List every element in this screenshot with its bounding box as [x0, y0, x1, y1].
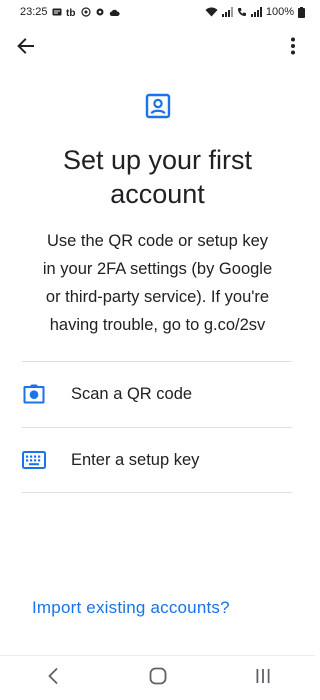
- nav-recents-button[interactable]: [243, 658, 283, 698]
- description-text: Use the QR code or setup key in your 2FA…: [26, 227, 289, 339]
- scan-qr-code-label: Scan a QR code: [71, 384, 193, 403]
- description-line-1: Use the QR code or setup key: [46, 232, 269, 250]
- app-bar: [0, 28, 315, 68]
- scan-qr-code-option[interactable]: Scan a QR code: [22, 362, 292, 426]
- status-left: 23:25 tb: [20, 6, 120, 18]
- status-time: 23:25: [20, 6, 48, 18]
- title-line-1: Set up your first: [62, 145, 253, 175]
- camera-icon: [22, 382, 46, 406]
- title-line-2: account: [110, 179, 205, 209]
- enter-setup-key-label: Enter a setup key: [71, 450, 200, 469]
- battery-percent: 100%: [265, 6, 294, 18]
- arrow-back-icon: [16, 36, 36, 61]
- nav-home-button[interactable]: [138, 658, 178, 698]
- wifi-icon: [205, 7, 218, 17]
- signal-icon-1: [221, 7, 233, 17]
- nav-back-icon: [47, 667, 59, 690]
- import-existing-accounts-link[interactable]: Import existing accounts?: [32, 598, 230, 618]
- back-button[interactable]: [12, 34, 40, 62]
- nav-recents-icon: [255, 668, 271, 689]
- system-nav-bar: [0, 655, 315, 700]
- svg-text:tb: tb: [66, 8, 75, 17]
- nav-back-button[interactable]: [33, 658, 73, 698]
- screen: 23:25 tb 100% Set up your first account …: [0, 0, 315, 700]
- page-title: Set up your first account: [0, 143, 315, 211]
- account-box-icon: [145, 93, 171, 119]
- status-bar: 23:25 tb 100%: [0, 0, 315, 24]
- divider-bottom: [22, 492, 292, 493]
- description-line-4: having trouble, go to g.co/2sv: [49, 316, 266, 334]
- cloud-notification-icon: [109, 8, 120, 17]
- description-line-2: in your 2FA settings (by Google: [42, 260, 273, 278]
- volte-call-icon: [237, 7, 247, 17]
- settings-notification-icon: [95, 7, 105, 17]
- description-line-3: or third-party service). If you're: [45, 288, 270, 306]
- status-right: 100%: [205, 6, 305, 18]
- enter-setup-key-option[interactable]: Enter a setup key: [22, 428, 292, 492]
- more-options-button[interactable]: [281, 34, 305, 62]
- message-notification-icon: [52, 7, 62, 17]
- signal-icon-2: [250, 7, 262, 17]
- battery-icon: [298, 6, 305, 18]
- keyboard-icon: [22, 448, 46, 472]
- more-vert-icon: [290, 37, 296, 60]
- app-notification-icon: tb: [66, 7, 77, 17]
- nav-home-icon: [149, 667, 167, 690]
- sync-notification-icon: [80, 7, 91, 17]
